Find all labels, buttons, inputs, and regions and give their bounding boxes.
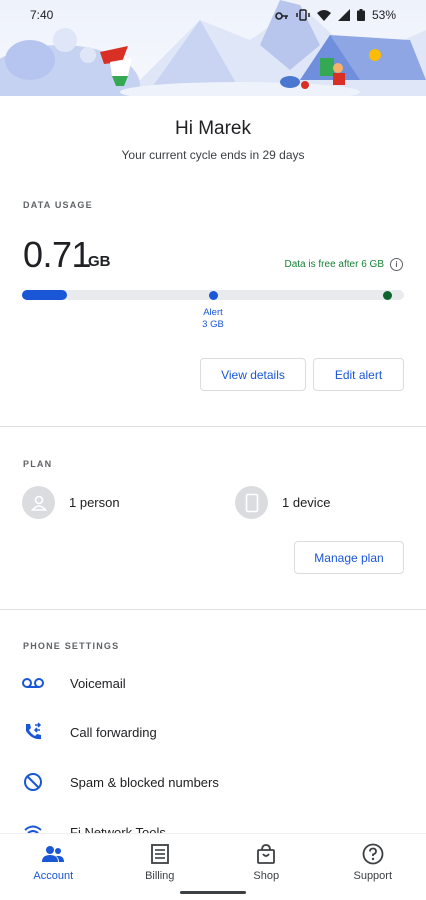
gesture-handle [180,891,246,894]
data-usage-heading: DATA USAGE [23,200,93,210]
phone-device-icon [235,486,268,519]
free-data-marker [383,291,392,300]
alert-label: Alert 3 GB [183,307,243,331]
setting-label: Call forwarding [70,724,157,740]
usage-value: 0.71 [23,234,92,275]
greeting: Hi Marek [174,118,251,139]
cycle-text: Your current cycle ends in 29 days [121,148,305,162]
status-time: 7:40 [30,8,54,22]
battery-percent: 53% [371,8,396,22]
call-forward-icon [22,721,44,743]
nav-label: Shop [253,870,280,882]
section-divider [0,426,426,427]
info-icon[interactable]: i [390,258,403,271]
account-icon [42,842,65,866]
alert-label-text: Alert [203,307,223,318]
nav-label: Account [33,870,74,882]
manage-plan-button[interactable]: Manage plan [294,541,404,574]
plan-people-label: 1 person [69,495,120,510]
status-icons: 53% [275,8,396,22]
battery-icon [356,9,365,21]
phone-settings-heading: PHONE SETTINGS [23,641,120,651]
usage-progress-bar [22,290,404,300]
free-data-text: Data is free after 6 GB [284,259,385,270]
signal-icon [337,9,350,21]
plan-devices: 1 device [235,486,330,519]
support-icon [362,842,384,866]
nav-label: Billing [145,870,175,882]
block-icon [22,771,44,793]
section-divider [0,609,426,610]
person-icon [22,486,55,519]
free-data-note: Data is free after 6 GB i [284,258,403,271]
setting-label: Spam & blocked numbers [70,774,219,790]
nav-label: Support [353,870,393,882]
usage-unit: GB [88,253,111,270]
setting-voicemail[interactable]: Voicemail [0,668,426,698]
setting-call-forwarding[interactable]: Call forwarding [0,717,426,747]
plan-people: 1 person [22,486,120,519]
billing-icon [150,842,169,866]
header-illustration: 7:40 53% [0,0,426,96]
usage-progress-fill [22,290,68,300]
alert-marker [208,291,218,300]
shop-icon [256,842,276,866]
nav-support[interactable]: Support [320,834,426,900]
alert-amount: 3 GB [202,319,224,330]
status-bar: 7:40 53% [0,0,426,30]
nav-account[interactable]: Account [0,834,107,900]
voicemail-icon [22,672,44,694]
plan-heading: PLAN [23,459,53,469]
setting-spam-blocked[interactable]: Spam & blocked numbers [0,767,426,797]
plan-devices-label: 1 device [282,495,331,510]
edit-alert-button[interactable]: Edit alert [313,358,404,391]
key-icon [275,12,288,20]
bottom-navigation: Account Billing Shop Support [0,833,426,900]
wifi-status-icon [316,10,331,21]
setting-label: Voicemail [70,675,126,691]
view-details-button[interactable]: View details [200,358,306,391]
vibrate-icon [296,9,310,21]
